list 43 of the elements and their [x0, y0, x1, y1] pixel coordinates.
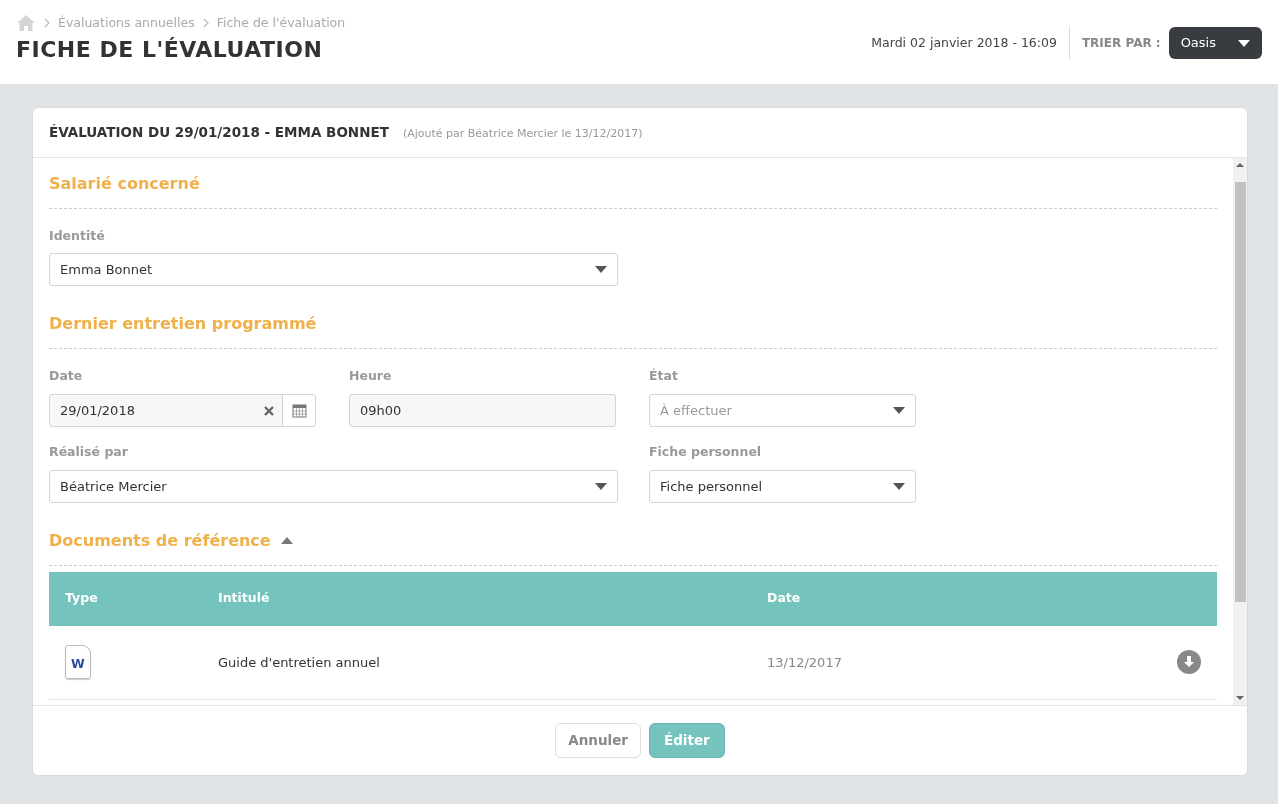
section-title: Salarié concerné	[49, 165, 1217, 209]
select-field[interactable]: Emma Bonnet	[49, 253, 618, 287]
section-title: Dernier entretien programmé	[49, 306, 1217, 350]
chevron-icon	[44, 18, 50, 29]
page-title: FICHE DE L'ÉVALUATION	[16, 36, 324, 64]
sort-label: TRIER PAR :	[1081, 35, 1161, 52]
calendar-button[interactable]	[282, 395, 315, 426]
field-label: Réalisé par	[49, 443, 129, 461]
download-icon[interactable]	[1177, 650, 1201, 675]
table-cell-text: Guide d'entretien annuel	[218, 653, 381, 672]
section-title: Documents de référence	[49, 529, 271, 552]
chevron-icon	[202, 18, 209, 29]
field-label: Date	[49, 367, 84, 386]
column-header: Intitulé	[218, 589, 271, 608]
select-field[interactable]: Fiche personnel	[649, 469, 916, 503]
field-label: Heure	[349, 367, 393, 386]
scroll-down-icon[interactable]	[1236, 695, 1244, 701]
caret-icon	[595, 266, 607, 274]
calendar-icon	[291, 403, 307, 418]
column-header: Date	[767, 589, 802, 608]
text-field[interactable]: 09h00	[349, 394, 616, 427]
date-time: Mardi 02 janvier 2018 - 16:09	[871, 33, 1057, 52]
word-file-icon: W	[65, 645, 91, 680]
caret-icon	[595, 482, 607, 490]
card-subtitle: (Ajouté par Béatrice Mercier le 13/12/2017)	[402, 126, 643, 142]
scrollbar[interactable]	[1233, 157, 1247, 705]
toggle-caret-icon[interactable]	[280, 537, 293, 545]
table-cell-text: 13/12/2017	[767, 653, 843, 672]
caret-icon	[1238, 39, 1250, 47]
caret-icon	[893, 407, 905, 414]
field-label: Fiche personnel	[649, 443, 763, 461]
cancel-button[interactable]: Annuler	[555, 723, 641, 758]
select-field[interactable]: Béatrice Mercier	[49, 469, 618, 503]
scroll-up-icon[interactable]	[1236, 161, 1244, 168]
clear-icon[interactable]	[264, 405, 274, 416]
column-header: Type	[64, 589, 99, 608]
field-label: État	[649, 367, 679, 386]
caret-icon	[893, 482, 905, 490]
date-field[interactable]: 29/01/2018	[49, 394, 316, 427]
field-label: Identité	[49, 226, 106, 245]
scroll-thumb[interactable]	[1234, 181, 1246, 602]
card-title: ÉVALUATION DU 29/01/2018 - EMMA BONNET	[49, 123, 389, 142]
sort-dropdown[interactable]: Oasis	[1168, 27, 1262, 59]
